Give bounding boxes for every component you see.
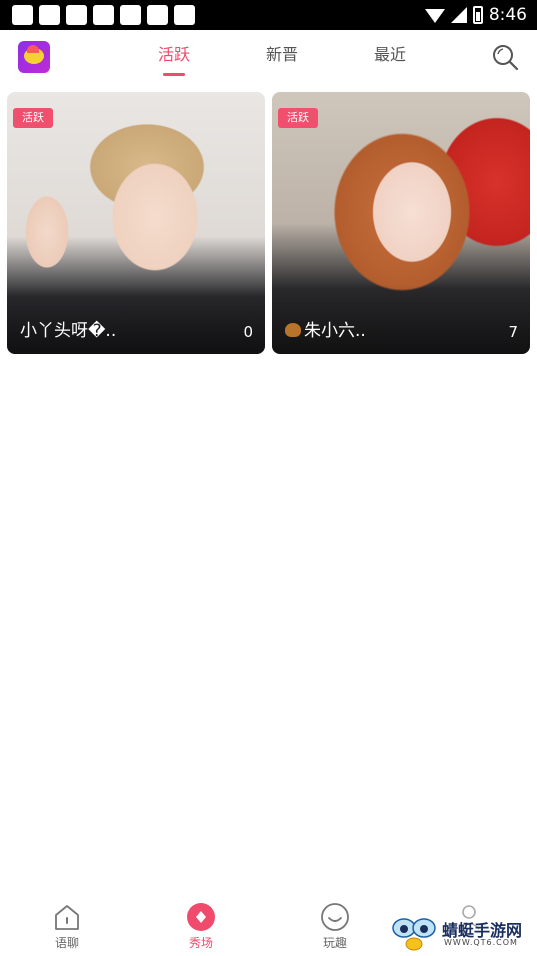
watermark-url: WWW.QT6.COM <box>444 938 518 947</box>
search-button[interactable] <box>491 43 519 71</box>
site-watermark: 蜻蜓手游网 WWW.QT6.COM <box>390 914 535 954</box>
tab-new[interactable]: 新晋 <box>228 30 336 86</box>
heart-icon <box>27 45 39 53</box>
status-badge: 活跃 <box>13 108 53 128</box>
bottom-nav-fun[interactable]: 玩趣 <box>268 894 402 956</box>
dragonfly-mascot-icon <box>392 918 436 951</box>
notification-icon <box>39 5 60 25</box>
search-icon <box>493 45 519 71</box>
bottom-nav-label: 秀场 <box>188 936 213 950</box>
house-icon <box>52 902 82 932</box>
signal-icon <box>450 7 467 23</box>
top-nav: 活跃 新晋 最近 <box>0 30 537 86</box>
bottom-nav-label: 玩趣 <box>322 936 347 950</box>
notification-icon <box>93 5 114 25</box>
notification-icons <box>12 5 195 25</box>
smile-icon <box>320 902 350 932</box>
user-name: 小丫头呀�.. <box>20 321 117 341</box>
battery-icon <box>472 6 483 24</box>
status-right: 8:46 <box>424 0 527 30</box>
tab-bar: 活跃 新晋 最近 <box>120 30 444 86</box>
bottom-nav-chat[interactable]: 语聊 <box>0 894 134 956</box>
notification-icon <box>12 5 33 25</box>
notification-icon <box>120 5 141 25</box>
user-card-grid: 活跃 小丫头呀�.. 0 活跃 朱小六.. 7 <box>7 92 530 354</box>
user-name: 朱小六.. <box>304 321 366 341</box>
user-name-row: 朱小六.. <box>285 316 366 341</box>
status-bar: 8:46 <box>0 0 537 30</box>
status-time: 8:46 <box>488 5 527 25</box>
notification-icon <box>147 5 168 25</box>
app-logo-icon[interactable] <box>18 41 50 73</box>
user-card[interactable]: 活跃 朱小六.. 7 <box>272 92 530 354</box>
notification-icon <box>66 5 87 25</box>
user-count: 7 <box>508 323 518 341</box>
status-badge: 活跃 <box>278 108 318 128</box>
diamond-icon <box>186 902 216 932</box>
user-count: 0 <box>243 323 253 341</box>
bottom-nav-label: 语聊 <box>54 936 79 950</box>
emoji-icon <box>285 323 301 337</box>
wifi-icon <box>424 9 445 23</box>
notification-icon <box>174 5 195 25</box>
user-card[interactable]: 活跃 小丫头呀�.. 0 <box>7 92 265 354</box>
bottom-nav-show[interactable]: 秀场 <box>134 894 268 956</box>
tab-active[interactable]: 活跃 <box>120 30 228 86</box>
tab-recent[interactable]: 最近 <box>336 30 444 86</box>
